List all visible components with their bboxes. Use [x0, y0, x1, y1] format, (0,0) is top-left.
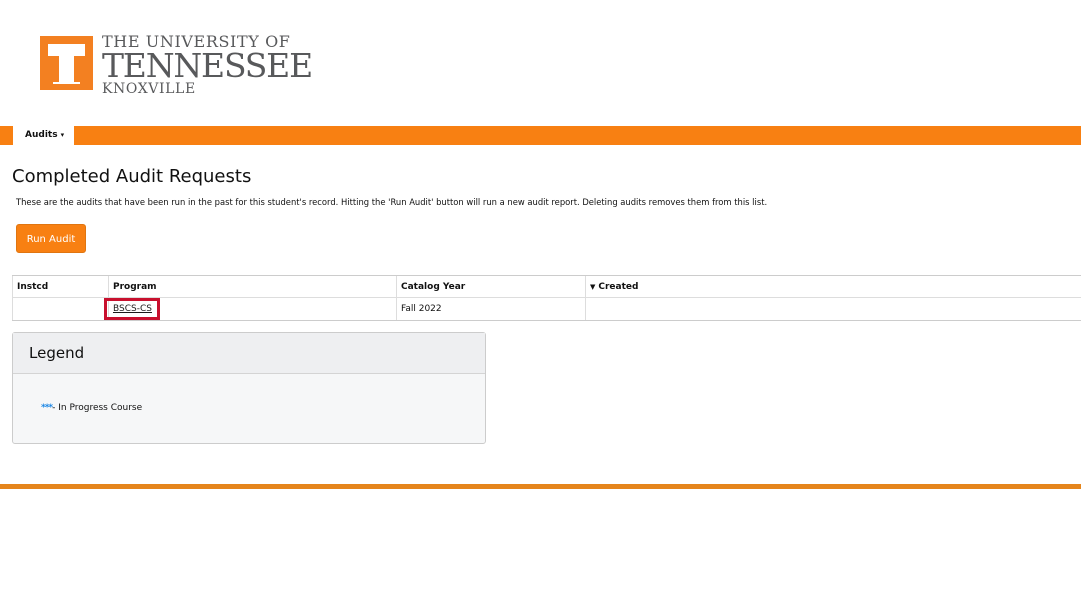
page-description: These are the audits that have been run … — [16, 197, 768, 207]
in-progress-marker: *** — [41, 403, 53, 413]
column-header-program[interactable]: Program — [108, 276, 396, 297]
table-header-row: Instcd Program Catalog Year ▼ Created — [12, 276, 1081, 298]
sort-desc-icon: ▼ — [590, 282, 596, 291]
audits-tab-label: Audits — [25, 130, 58, 140]
legend-item-label: - In Progress Course — [52, 403, 143, 413]
caret-down-icon: ▾ — [60, 131, 65, 139]
university-wordmark: THE UNIVERSITY OF TENNESSEE KNOXVILLE — [102, 33, 313, 98]
column-header-catalog-year[interactable]: Catalog Year — [396, 276, 585, 297]
program-highlight-box — [104, 298, 160, 320]
column-header-instcd[interactable]: Instcd — [12, 276, 108, 297]
legend-title: Legend — [13, 333, 485, 374]
column-header-created[interactable]: ▼ Created — [585, 276, 1081, 297]
cell-created — [585, 298, 1081, 320]
footer-divider — [0, 484, 1081, 489]
audits-menu-tab[interactable]: Audits ▾ — [13, 126, 74, 145]
top-navbar: Audits ▾ — [0, 126, 1081, 145]
audit-requests-table: Instcd Program Catalog Year ▼ Created BSC… — [12, 275, 1081, 321]
legend-panel: Legend ***- In Progress Course — [12, 332, 486, 444]
cell-instcd — [12, 298, 108, 320]
logo-line-2: TENNESSEE — [102, 46, 313, 85]
tennessee-t-logo-icon — [40, 36, 93, 90]
cell-catalog-year: Fall 2022 — [396, 298, 585, 320]
page-title: Completed Audit Requests — [12, 166, 252, 187]
legend-item: ***- In Progress Course — [41, 403, 142, 413]
table-row: BSCS-CS Fall 2022 — [12, 298, 1081, 320]
column-header-created-label: Created — [598, 281, 639, 292]
run-audit-button[interactable]: Run Audit — [16, 224, 86, 253]
